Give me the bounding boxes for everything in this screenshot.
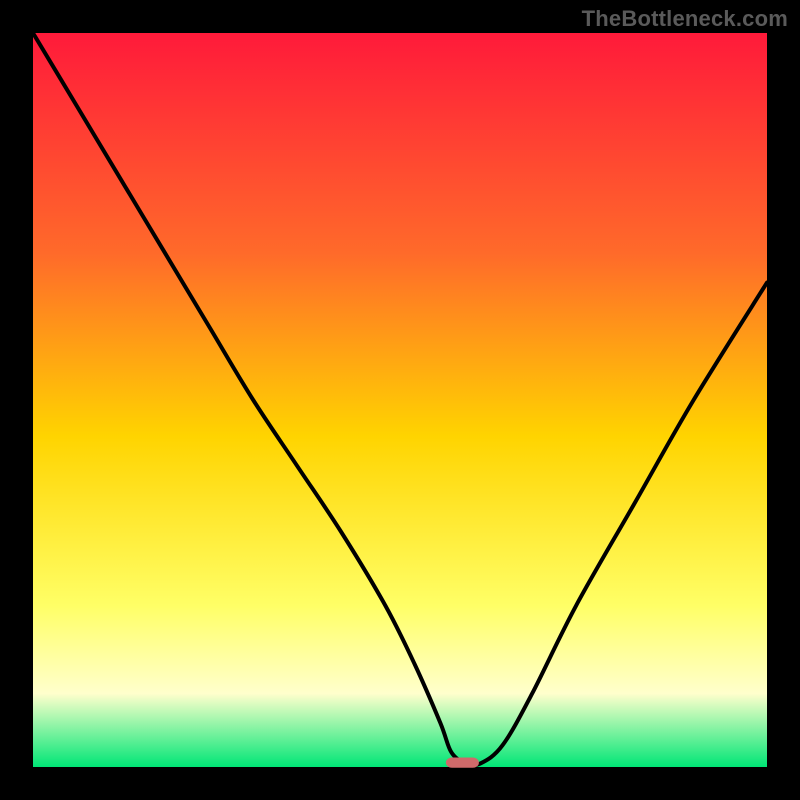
chart-frame: { "watermark": "TheBottleneck.com", "col… bbox=[0, 0, 800, 800]
watermark: TheBottleneck.com bbox=[582, 6, 788, 32]
plot-background bbox=[33, 33, 767, 767]
min-marker bbox=[446, 757, 479, 767]
chart-svg bbox=[0, 0, 800, 800]
